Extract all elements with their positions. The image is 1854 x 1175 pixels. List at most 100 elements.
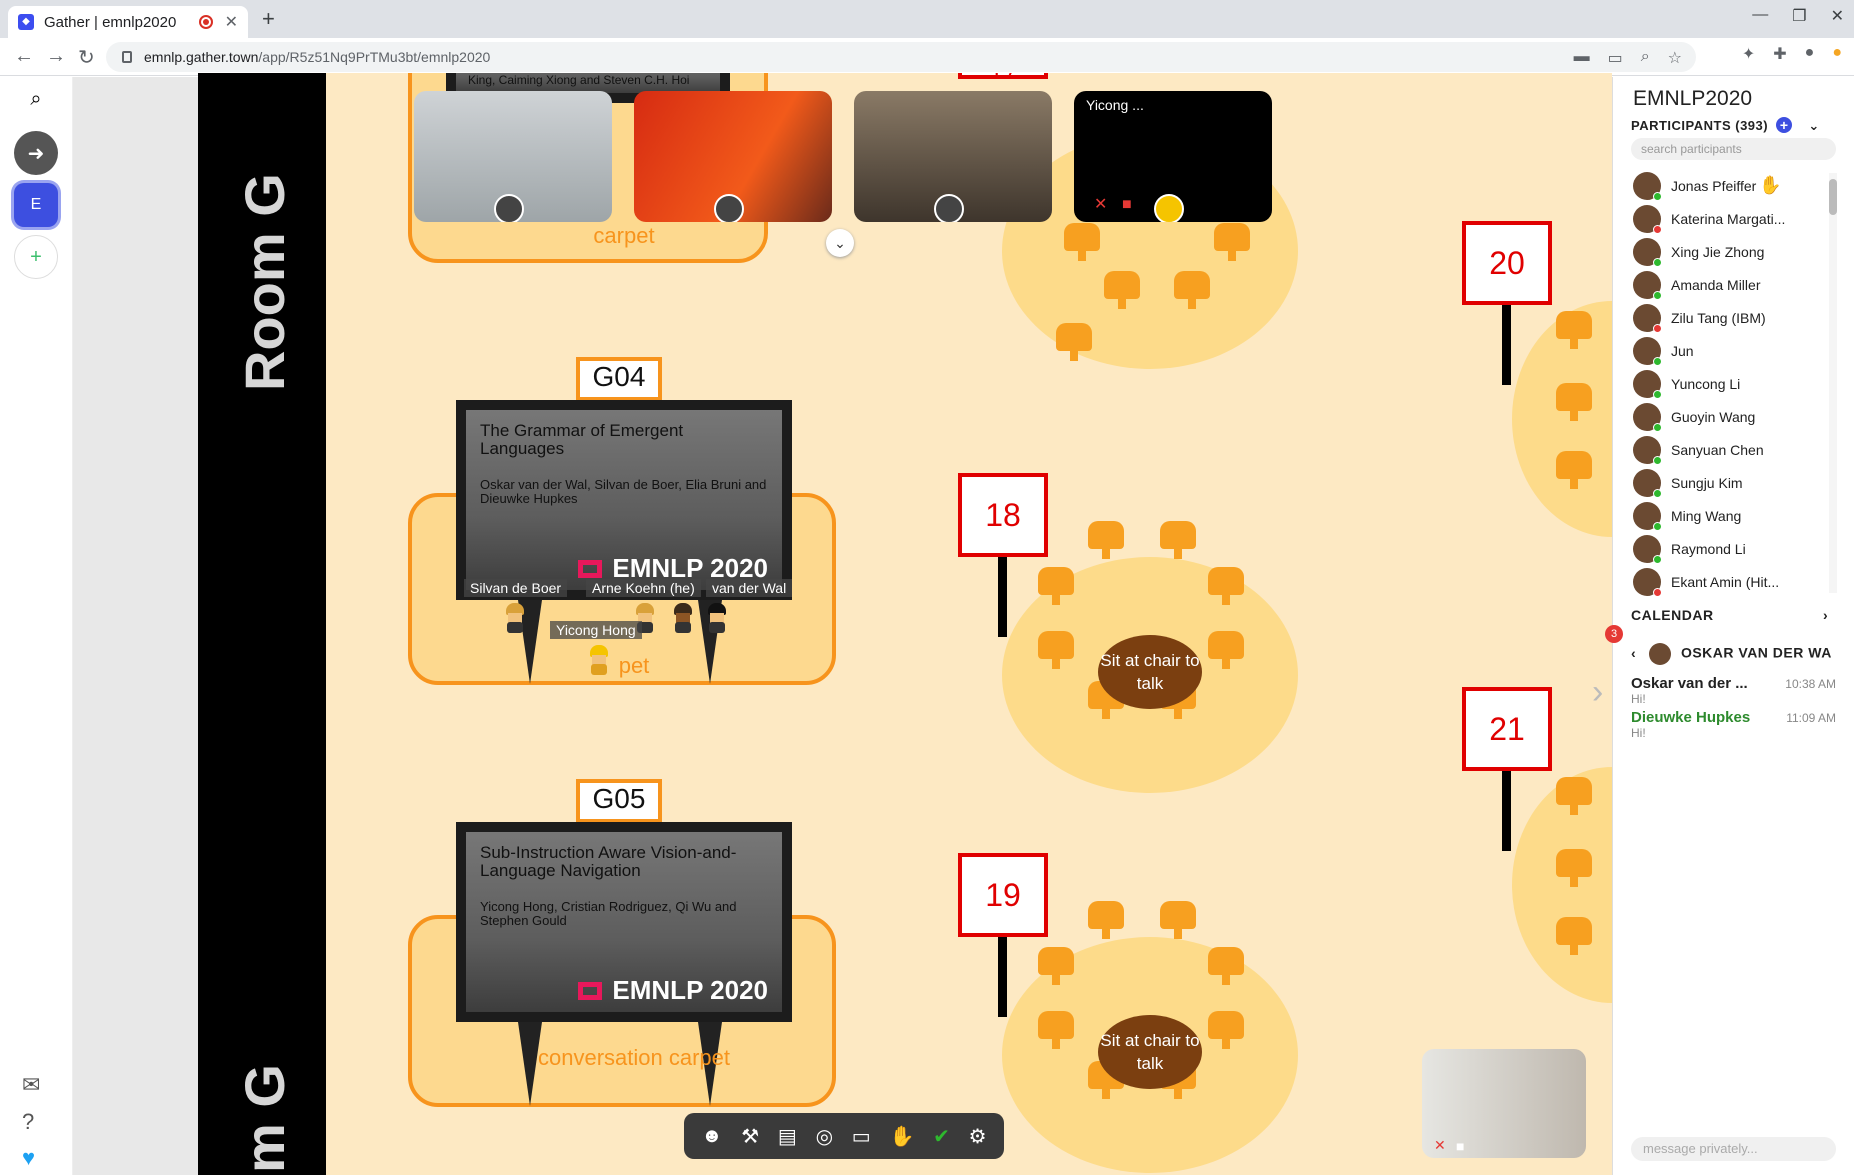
gather-favicon-icon: ◆ xyxy=(18,14,34,30)
twitter-icon[interactable]: ♥ xyxy=(22,1145,35,1171)
participant-scroll-thumb[interactable] xyxy=(1829,179,1837,215)
build-hammer-icon[interactable]: ⚒ xyxy=(741,1124,759,1149)
puzzle-icon[interactable]: ✚ xyxy=(1773,44,1786,64)
player-avatar[interactable] xyxy=(704,603,730,633)
back-icon[interactable]: ← xyxy=(14,45,34,68)
zoom-icon[interactable]: ⌕ xyxy=(1641,48,1650,68)
chair[interactable] xyxy=(1064,223,1100,261)
participant-row[interactable]: Raymond Li xyxy=(1633,532,1833,565)
new-tab-button[interactable]: + xyxy=(262,6,275,32)
self-video[interactable]: ✕ ■ xyxy=(1422,1049,1586,1158)
chair[interactable] xyxy=(1208,947,1244,985)
participant-row[interactable]: Ekant Amin (Hit... xyxy=(1633,565,1833,598)
participant-row[interactable]: Xing Jie Zhong xyxy=(1633,235,1833,268)
video-tile[interactable]: Yicong ... ✕ ■ xyxy=(1074,91,1272,222)
poster-board[interactable]: Sub-Instruction Aware Vision-and-Languag… xyxy=(456,822,792,1022)
participants-header[interactable]: PARTICIPANTS (393) + ⌄ xyxy=(1631,117,1820,134)
invite-plus-icon[interactable]: + xyxy=(1776,117,1793,133)
poster-title: The Grammar of Emergent Languages xyxy=(480,421,684,458)
map-icon[interactable]: ▤ xyxy=(778,1124,797,1149)
space-button[interactable]: E xyxy=(14,183,58,227)
participant-row[interactable]: Guoyin Wang xyxy=(1633,400,1833,433)
minimize-icon[interactable]: — xyxy=(1752,6,1768,26)
player-avatar[interactable] xyxy=(586,645,612,675)
avatar-icon[interactable]: ☻ xyxy=(701,1125,722,1148)
collapse-videos-icon[interactable]: ⌄ xyxy=(826,229,854,257)
chair[interactable] xyxy=(1556,849,1592,887)
camera-icon[interactable]: ▬ xyxy=(1574,48,1590,68)
search-icon[interactable]: ⌕ xyxy=(14,77,58,121)
private-message-input[interactable]: message privately... xyxy=(1631,1137,1836,1161)
poster-board[interactable]: The Grammar of Emergent Languages Oskar … xyxy=(456,400,792,600)
sign-post xyxy=(1502,771,1511,851)
participant-row[interactable]: Zilu Tang (IBM) xyxy=(1633,301,1833,334)
extension-icon[interactable]: ✦ xyxy=(1742,44,1755,64)
participant-row[interactable]: Sanyuan Chen xyxy=(1633,433,1833,466)
participant-row[interactable]: Ming Wang xyxy=(1633,499,1833,532)
participant-row[interactable]: Yuncong Li xyxy=(1633,367,1833,400)
expand-right-icon[interactable]: › xyxy=(1592,673,1603,712)
chair[interactable] xyxy=(1038,1011,1074,1049)
chair[interactable] xyxy=(1160,901,1196,939)
back-chevron-icon[interactable]: ‹ xyxy=(1631,645,1636,661)
camera-icon[interactable]: ■ xyxy=(1456,1138,1464,1154)
chair[interactable] xyxy=(1208,1011,1244,1049)
participant-row[interactable]: Katerina Margati... xyxy=(1633,202,1833,235)
raise-hand-icon[interactable]: ✋ xyxy=(889,1124,914,1149)
chair[interactable] xyxy=(1556,777,1592,815)
chair[interactable] xyxy=(1556,451,1592,489)
help-icon[interactable]: ? xyxy=(22,1109,34,1135)
chair[interactable] xyxy=(1556,383,1592,421)
gather-map[interactable]: Room G m G Yue Wang, Shafiq Joty, Michae… xyxy=(198,73,1612,1175)
chair[interactable] xyxy=(1208,567,1244,605)
restore-icon[interactable]: ❐ xyxy=(1792,6,1806,26)
participant-row[interactable]: Sungju Kim xyxy=(1633,466,1833,499)
address-bar[interactable]: emnlp.gather.town/app/R5z51Nq9PrTMu3bt/e… xyxy=(106,42,1696,72)
emnlp-logo-icon xyxy=(578,981,603,1000)
close-window-icon[interactable]: ✕ xyxy=(1831,6,1844,26)
participant-search-input[interactable]: search participants xyxy=(1631,138,1836,160)
mail-icon[interactable]: ✉ xyxy=(22,1072,40,1098)
exit-space-icon[interactable]: ➜ xyxy=(14,131,58,175)
chair[interactable] xyxy=(1174,271,1210,309)
participant-row[interactable]: Jun xyxy=(1633,334,1833,367)
chair[interactable] xyxy=(1214,223,1250,261)
browser-tab[interactable]: ◆ Gather | emnlp2020 ✕ xyxy=(8,6,248,38)
player-avatar[interactable] xyxy=(670,603,696,633)
participant-row[interactable]: Amanda Miller xyxy=(1633,268,1833,301)
available-status-icon[interactable]: ✔ xyxy=(933,1124,950,1149)
chair[interactable] xyxy=(1208,631,1244,669)
chair[interactable] xyxy=(1556,311,1592,349)
chair[interactable] xyxy=(1088,901,1124,939)
target-icon[interactable]: ◎ xyxy=(816,1124,833,1149)
forward-icon[interactable]: → xyxy=(46,45,66,68)
close-tab-icon[interactable]: ✕ xyxy=(225,12,238,32)
video-tile[interactable] xyxy=(414,91,612,222)
cast-icon[interactable]: ▭ xyxy=(1608,48,1623,68)
update-icon[interactable]: ● xyxy=(1832,44,1842,64)
player-avatar[interactable] xyxy=(502,603,528,633)
reload-icon[interactable]: ↻ xyxy=(78,45,95,70)
screen-share-icon[interactable]: ▭ xyxy=(852,1124,871,1149)
video-tile[interactable] xyxy=(634,91,832,222)
video-tile[interactable] xyxy=(854,91,1052,222)
calendar-header[interactable]: CALENDAR › xyxy=(1631,607,1828,623)
chair[interactable] xyxy=(1104,271,1140,309)
mic-muted-icon[interactable]: ✕ xyxy=(1434,1137,1446,1154)
participant-row[interactable]: Jonas Pfeiffer xyxy=(1633,169,1833,202)
chair[interactable] xyxy=(1038,631,1074,669)
add-space-icon[interactable]: + xyxy=(14,235,58,279)
room-label: Room G xyxy=(233,173,296,391)
chevron-down-icon[interactable]: ⌄ xyxy=(1808,118,1819,133)
bookmark-star-icon[interactable]: ☆ xyxy=(1668,48,1682,68)
chair[interactable] xyxy=(1038,947,1074,985)
chair[interactable] xyxy=(1160,521,1196,559)
participant-scrollbar[interactable] xyxy=(1829,173,1837,593)
profile-avatar[interactable]: ● xyxy=(1805,44,1815,64)
chevron-right-icon[interactable]: › xyxy=(1823,607,1828,623)
settings-gear-icon[interactable]: ⚙ xyxy=(969,1124,987,1149)
chat-header[interactable]: ‹ OSKAR VAN DER WA xyxy=(1631,643,1832,665)
chair[interactable] xyxy=(1088,521,1124,559)
chair[interactable] xyxy=(1038,567,1074,605)
chair[interactable] xyxy=(1556,917,1592,955)
